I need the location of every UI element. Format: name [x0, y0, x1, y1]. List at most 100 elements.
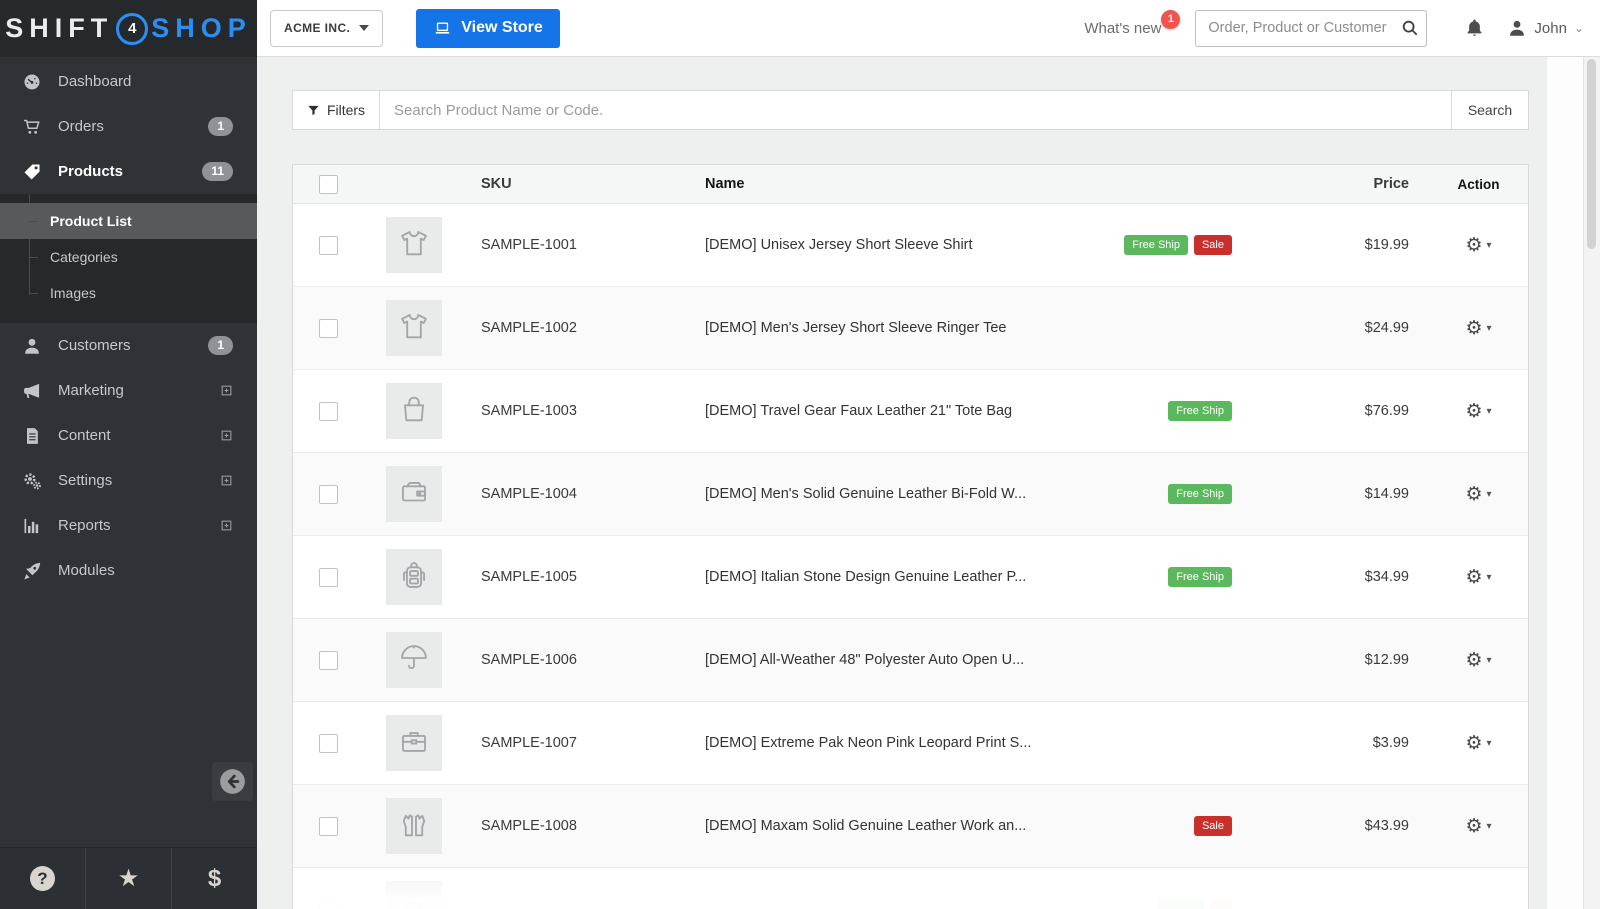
caret-down-icon: ▾: [1487, 406, 1492, 417]
sidebar-item-label: Settings: [58, 472, 220, 489]
column-header-action: Action: [1409, 177, 1528, 192]
column-header-name[interactable]: Name: [705, 176, 1062, 192]
scrollbar[interactable]: [1583, 57, 1600, 909]
expand-icon[interactable]: [220, 384, 233, 397]
row-checkbox[interactable]: [319, 402, 338, 421]
product-search-input[interactable]: [380, 91, 1451, 129]
row-name[interactable]: [DEMO] Travel Gear Faux Leather 21" Tote…: [705, 403, 1062, 419]
row-actions-button[interactable]: ⚙▾: [1465, 236, 1491, 255]
submenu-item-product-list[interactable]: Product List: [0, 203, 257, 239]
row-sku: SAMPLE-1008: [481, 818, 705, 834]
row-name[interactable]: [DEMO] Extreme Pak Neon Pink Leopard Pri…: [705, 735, 1062, 751]
filters-button[interactable]: Filters: [293, 91, 380, 129]
row-actions-button[interactable]: ⚙▾: [1465, 651, 1491, 670]
global-search-input[interactable]: [1196, 20, 1401, 36]
gear-icon: ⚙: [1465, 319, 1482, 338]
product-thumbnail[interactable]: [386, 632, 442, 688]
table-body: SAMPLE-1001[DEMO] Unisex Jersey Short Sl…: [293, 204, 1528, 909]
notifications-bell-icon[interactable]: [1464, 17, 1485, 39]
product-thumbnail[interactable]: [386, 466, 442, 522]
column-header-price[interactable]: Price: [1232, 176, 1409, 192]
row-checkbox[interactable]: [319, 485, 338, 504]
product-thumbnail[interactable]: [386, 383, 442, 439]
row-checkbox[interactable]: [319, 236, 338, 255]
sidebar-item-label: Products: [58, 163, 202, 180]
product-thumbnail[interactable]: [386, 715, 442, 771]
table-header: SKU Name Price Action: [293, 165, 1528, 204]
sidebar-item-orders[interactable]: Orders1: [0, 104, 257, 149]
row-name[interactable]: [DEMO] Men's Jersey Short Sleeve Ringer …: [705, 320, 1062, 336]
footer-star-button[interactable]: ★: [85, 848, 171, 909]
sidebar-item-reports[interactable]: Reports: [0, 503, 257, 548]
sidebar-collapse-button[interactable]: [212, 762, 253, 801]
expand-icon[interactable]: [220, 474, 233, 487]
row-price: $24.99: [1232, 320, 1409, 336]
scrollbar-thumb[interactable]: [1587, 59, 1596, 249]
count-badge: 1: [208, 117, 233, 136]
product-thumbnail[interactable]: [386, 881, 442, 909]
row-actions-button[interactable]: ⚙▾: [1465, 734, 1491, 753]
filter-funnel-icon: [307, 104, 320, 117]
logo-band: SHIFT4SHOP: [0, 0, 257, 57]
sidebar-item-modules[interactable]: Modules: [0, 548, 257, 593]
product-badge: Free Ship: [1168, 484, 1232, 504]
submenu-item-images[interactable]: Images: [0, 275, 257, 311]
row-sku: SAMPLE-1007: [481, 735, 705, 751]
sidebar-item-label: Customers: [58, 337, 208, 354]
row-name[interactable]: [DEMO] Men's Solid Genuine Leather Bi-Fo…: [705, 486, 1062, 502]
footer-dollar-button[interactable]: $: [171, 848, 257, 909]
gear-icon: ⚙: [1465, 651, 1482, 670]
row-actions-button[interactable]: ⚙▾: [1465, 485, 1491, 504]
content-right-gutter: [1547, 57, 1584, 909]
star-icon: ★: [118, 864, 140, 893]
row-price: $14.99: [1232, 486, 1409, 502]
row-checkbox[interactable]: [319, 817, 338, 836]
row-actions-button[interactable]: ⚙▾: [1465, 568, 1491, 587]
sidebar-item-label: Marketing: [58, 382, 220, 399]
product-thumbnail[interactable]: [386, 798, 442, 854]
product-badge: Free Ship: [1124, 235, 1188, 255]
row-actions-button[interactable]: ⚙▾: [1465, 817, 1491, 836]
search-icon[interactable]: [1401, 19, 1419, 37]
count-badge: 11: [202, 162, 233, 181]
expand-icon[interactable]: [220, 519, 233, 532]
row-actions-button[interactable]: ⚙▾: [1465, 402, 1491, 421]
row-price: $76.99: [1232, 403, 1409, 419]
column-header-sku[interactable]: SKU: [481, 176, 705, 192]
sidebar-item-settings[interactable]: Settings: [0, 458, 257, 503]
row-actions-button[interactable]: ⚙▾: [1465, 319, 1491, 338]
caret-down-icon: ▾: [1487, 572, 1492, 583]
submenu-item-categories[interactable]: Categories: [0, 239, 257, 275]
select-all-checkbox[interactable]: [319, 175, 338, 194]
table-row-partial: [293, 868, 1528, 909]
row-name[interactable]: [DEMO] Unisex Jersey Short Sleeve Shirt: [705, 237, 1062, 253]
row-name[interactable]: [DEMO] All-Weather 48" Polyester Auto Op…: [705, 652, 1062, 668]
search-button[interactable]: Search: [1451, 91, 1528, 129]
sidebar-item-marketing[interactable]: Marketing: [0, 368, 257, 413]
row-price: $19.99: [1232, 237, 1409, 253]
gear-icon: ⚙: [1465, 817, 1482, 836]
shift4shop-logo[interactable]: SHIFT4SHOP: [5, 13, 252, 45]
row-checkbox[interactable]: [319, 568, 338, 587]
row-checkbox[interactable]: [319, 651, 338, 670]
store-selector-button[interactable]: ACME INC.: [270, 10, 383, 47]
product-thumbnail[interactable]: [386, 549, 442, 605]
sidebar-item-content[interactable]: Content: [0, 413, 257, 458]
row-name[interactable]: [DEMO] Italian Stone Design Genuine Leat…: [705, 569, 1062, 585]
row-checkbox[interactable]: [319, 734, 338, 753]
sidebar-item-products[interactable]: Products11: [0, 149, 257, 194]
sidebar-item-customers[interactable]: Customers1: [0, 323, 257, 368]
row-checkbox[interactable]: [319, 319, 338, 338]
count-badge: 1: [208, 336, 233, 355]
footer-help-button[interactable]: ?: [0, 848, 85, 909]
user-menu[interactable]: John ⌄: [1507, 18, 1584, 38]
table-row: SAMPLE-1003[DEMO] Travel Gear Faux Leath…: [293, 370, 1528, 453]
sidebar-item-dashboard[interactable]: Dashboard: [0, 59, 257, 104]
product-thumbnail[interactable]: [386, 217, 442, 273]
row-name[interactable]: [DEMO] Maxam Solid Genuine Leather Work …: [705, 818, 1062, 834]
expand-icon[interactable]: [220, 429, 233, 442]
product-thumbnail[interactable]: [386, 300, 442, 356]
whats-new-link[interactable]: What's new 1: [1084, 20, 1171, 37]
row-checkbox[interactable]: [319, 900, 338, 909]
view-store-button[interactable]: View Store: [416, 9, 560, 48]
